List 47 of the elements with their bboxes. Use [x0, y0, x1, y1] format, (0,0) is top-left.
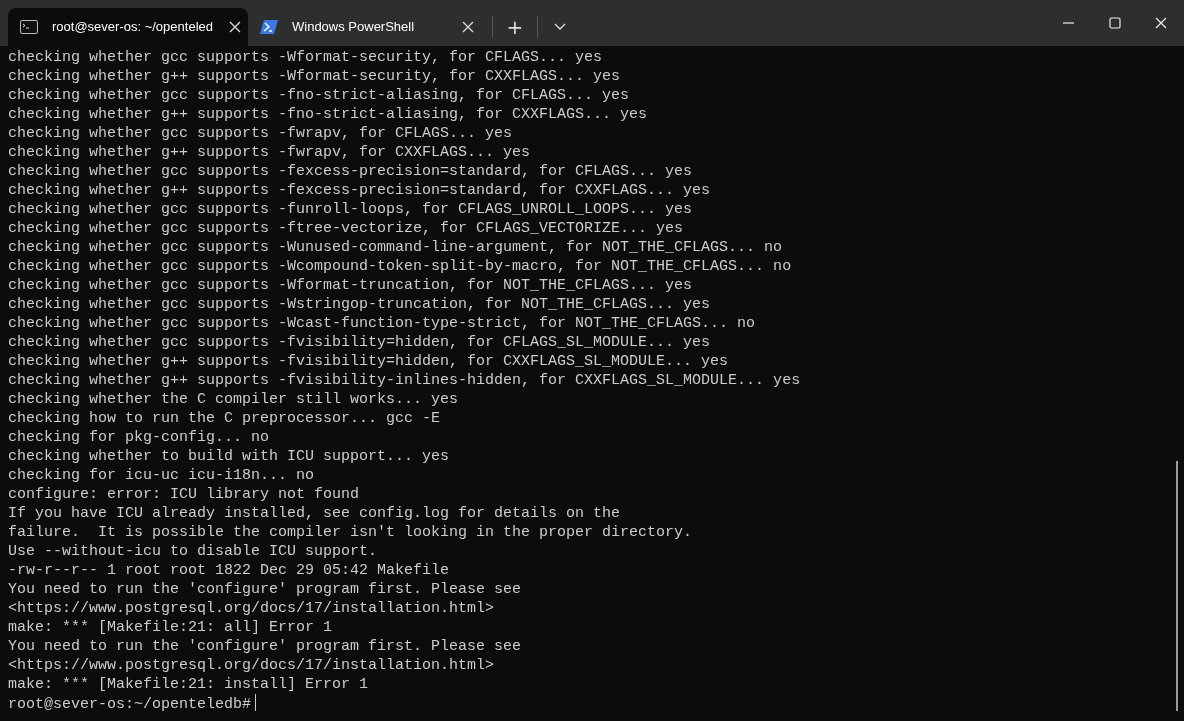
close-tab-icon[interactable] — [460, 19, 476, 35]
tab[interactable]: Windows PowerShell — [248, 8, 488, 46]
terminal-line: If you have ICU already installed, see config.log for details on the — [8, 504, 622, 523]
terminal-line: You need to run the 'configure' program first. Please see — [8, 637, 523, 656]
terminal-line: <https://www.postgresql.org/docs/17/installation.html> — [8, 656, 496, 675]
terminal-line: checking whether g++ supports -fno-strict-aliasing, for CXXFLAGS... yes — [8, 105, 649, 124]
terminal-line: checking whether gcc supports -Wformat-truncation, for NOT_THE_CFLAGS... yes — [8, 276, 694, 295]
terminal-line: make: *** [Makefile:21: install] Error 1 — [8, 675, 370, 694]
terminal-line: checking whether gcc supports -ftree-vectorize, for CFLAGS_VECTORIZE... yes — [8, 219, 685, 238]
terminal-line: checking whether g++ supports -fexcess-precision=standard, for CXXFLAGS... yes — [8, 181, 712, 200]
terminal-line: checking whether g++ supports -Wformat-security, for CXXFLAGS... yes — [8, 67, 622, 86]
terminal-line: failure. It is possible the compiler isn't looking in the proper directory. — [8, 523, 694, 542]
terminal-line: checking whether gcc supports -Wstringop-truncation, for NOT_THE_CFLAGS... yes — [8, 295, 712, 314]
terminal-line: checking whether g++ supports -fwrapv, for CXXFLAGS... yes — [8, 143, 532, 162]
powershell-icon — [260, 19, 278, 35]
terminal-line: -rw-r--r-- 1 root root 1822 Dec 29 05:42 Makefile — [8, 561, 451, 580]
terminal-line: checking whether gcc supports -Wcompound-token-split-by-macro, for NOT_THE_CFLAGS... no — [8, 257, 793, 276]
new-tab-button[interactable]: + — [497, 8, 533, 46]
terminal-line: checking whether gcc supports -Wformat-security, for CFLAGS... yes — [8, 48, 604, 67]
terminal-line: <https://www.postgresql.org/docs/17/installation.html> — [8, 599, 496, 618]
terminal-line: checking whether gcc supports -funroll-loops, for CFLAGS_UNROLL_LOOPS... yes — [8, 200, 694, 219]
terminal-line: checking whether gcc supports -Wunused-command-line-argument, for NOT_THE_CFLAGS... no — [8, 238, 784, 257]
tab[interactable]: root@sever-os: ~/openteled — [8, 8, 248, 46]
maximize-icon — [1109, 17, 1121, 29]
terminal-line: checking whether gcc supports -fwrapv, for CFLAGS... yes — [8, 124, 514, 143]
terminal-line: checking whether to build with ICU support... yes — [8, 447, 451, 466]
scrollbar[interactable] — [1176, 461, 1178, 711]
text-cursor — [255, 694, 257, 711]
terminal-line: Use --without-icu to disable ICU support. — [8, 542, 379, 561]
close-tab-icon[interactable] — [227, 19, 243, 35]
terminal-line: checking whether gcc supports -fno-strict-aliasing, for CFLAGS... yes — [8, 86, 631, 105]
close-icon — [1155, 17, 1167, 29]
terminal-line: checking whether the C compiler still works... yes — [8, 390, 460, 409]
terminal-line: configure: error: ICU library not found — [8, 485, 361, 504]
terminal-line: checking whether g++ supports -fvisibility-inlines-hidden, for CXXFLAGS_SL_MODULE... yes — [8, 371, 802, 390]
terminal-line: checking whether gcc supports -Wcast-function-type-strict, for NOT_THE_CFLAGS... no — [8, 314, 757, 333]
terminal-line: You need to run the 'configure' program first. Please see — [8, 580, 523, 599]
terminal-line: checking whether gcc supports -fexcess-precision=standard, for CFLAGS... yes — [8, 162, 694, 181]
shell-prompt: root@sever-os:~/openteledb# — [8, 696, 252, 713]
terminal-line: checking for pkg-config... no — [8, 428, 271, 447]
terminal-line: checking whether g++ supports -fvisibility=hidden, for CXXFLAGS_SL_MODULE... yes — [8, 352, 730, 371]
terminal-icon — [20, 20, 38, 34]
terminal-line: checking whether gcc supports -fvisibility=hidden, for CFLAGS_SL_MODULE... yes — [8, 333, 712, 352]
terminal-line: checking how to run the C preprocessor... gcc -E — [8, 409, 442, 428]
chevron-down-icon — [554, 23, 566, 31]
terminal-line: checking for icu-uc icu-i18n... no — [8, 466, 316, 485]
terminal-line: make: *** [Makefile:21: all] Error 1 — [8, 618, 334, 637]
